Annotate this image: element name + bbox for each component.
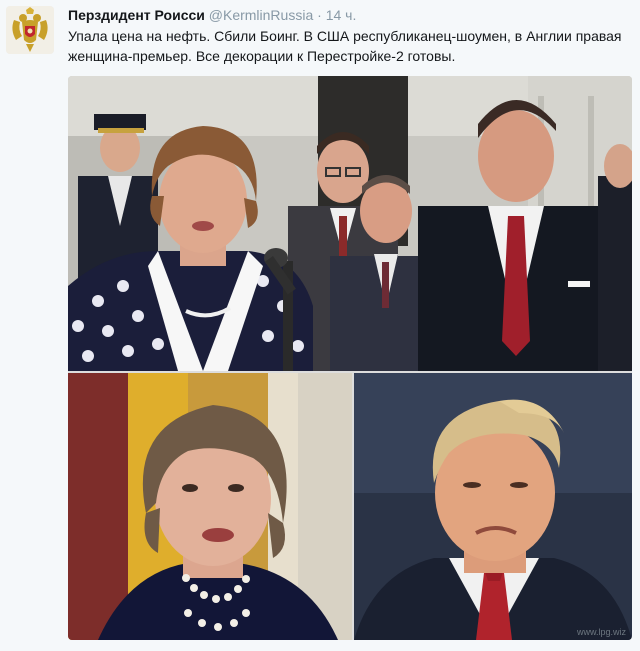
author-name[interactable]: Перздидент Роисси bbox=[68, 7, 205, 23]
watermark: www.lpg.wiz bbox=[576, 627, 626, 637]
separator-dot: · bbox=[317, 7, 322, 23]
author-handle[interactable]: @KermlinRussia bbox=[209, 7, 313, 23]
double-headed-eagle-emblem-icon bbox=[6, 6, 54, 54]
tweet-text: Упала цена на нефть. Сбили Боинг. В США … bbox=[68, 28, 622, 64]
photo-thatcher-reagan[interactable] bbox=[68, 76, 632, 371]
avatar[interactable] bbox=[6, 6, 54, 54]
tweet-header: Перздидент Роисси @KermlinRussia · 14 ч. bbox=[68, 6, 356, 24]
media-grid: www.lpg.wiz bbox=[68, 76, 632, 640]
photo-donald-trump[interactable] bbox=[354, 373, 632, 640]
photo-theresa-may[interactable] bbox=[68, 373, 352, 640]
tweet[interactable]: Перздидент Роисси @KermlinRussia · 14 ч.… bbox=[0, 0, 640, 651]
timestamp[interactable]: 14 ч. bbox=[326, 7, 357, 23]
